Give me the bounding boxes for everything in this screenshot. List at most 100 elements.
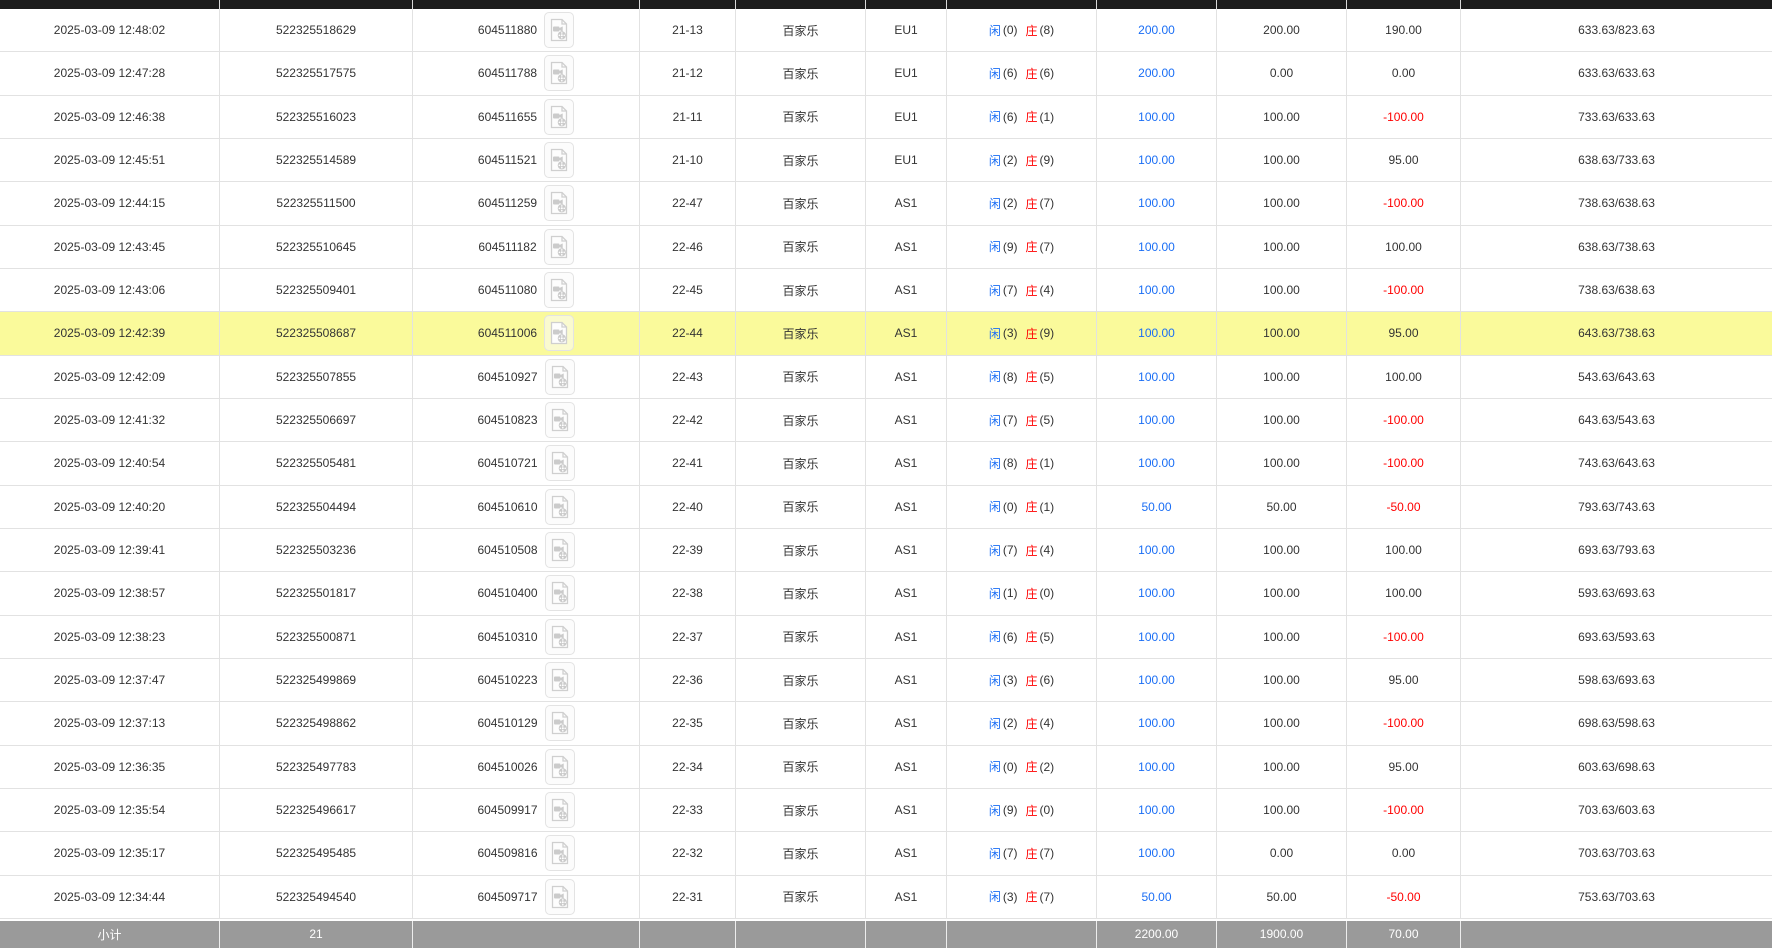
bet-amount-link[interactable]: 50.00 [1097, 876, 1217, 918]
game-result: 闲(2)庄(4) [947, 702, 1097, 744]
bet-amount-link[interactable]: 100.00 [1097, 96, 1217, 138]
video-replay-button[interactable] [544, 55, 574, 91]
bet-amount-link[interactable]: 100.00 [1097, 659, 1217, 701]
player-label: 闲 [989, 542, 1001, 559]
game-number: 604509816 [477, 846, 537, 860]
bet-amount-link[interactable]: 100.00 [1097, 139, 1217, 181]
valid-amount: 100.00 [1217, 269, 1347, 311]
player-label: 闲 [989, 108, 1001, 125]
table-row: 2025-03-09 12:38:57 522325501817 6045104… [0, 572, 1772, 615]
subtotal-label: 小计 [0, 921, 220, 948]
video-replay-button[interactable] [545, 619, 575, 655]
banker-label: 庄 [1026, 542, 1038, 559]
video-replay-icon [549, 191, 569, 215]
order-number: 522325507855 [220, 356, 413, 398]
game-type: 百家乐 [736, 659, 866, 701]
bet-amount-link[interactable]: 50.00 [1097, 486, 1217, 528]
video-replay-button[interactable] [544, 272, 574, 308]
banker-label: 庄 [1026, 845, 1038, 862]
video-replay-button[interactable] [545, 792, 575, 828]
table-row: 2025-03-09 12:46:38 522325516023 6045116… [0, 96, 1772, 139]
game-result: 闲(6)庄(6) [947, 52, 1097, 94]
video-replay-button[interactable] [545, 835, 575, 871]
banker-points: (6) [1040, 673, 1055, 687]
video-replay-button[interactable] [545, 575, 575, 611]
game-type: 百家乐 [736, 442, 866, 484]
bet-amount-link[interactable]: 100.00 [1097, 399, 1217, 441]
win-loss: -50.00 [1347, 876, 1461, 918]
video-replay-icon [550, 365, 570, 389]
table-row: 2025-03-09 12:37:47 522325499869 6045102… [0, 659, 1772, 702]
game-result: 闲(0)庄(8) [947, 9, 1097, 51]
bet-amount-link[interactable]: 200.00 [1097, 52, 1217, 94]
order-number: 522325510645 [220, 226, 413, 268]
banker-label: 庄 [1026, 585, 1038, 602]
video-replay-icon [549, 105, 569, 129]
bet-amount-link[interactable]: 200.00 [1097, 9, 1217, 51]
video-replay-button[interactable] [545, 445, 575, 481]
valid-amount: 100.00 [1217, 529, 1347, 571]
banker-points: (7) [1040, 846, 1055, 860]
table-row: 2025-03-09 12:38:23 522325500871 6045103… [0, 616, 1772, 659]
player-points: (7) [1003, 413, 1018, 427]
balance-before-after: 598.63/693.63 [1461, 659, 1772, 701]
bet-amount-link[interactable]: 100.00 [1097, 572, 1217, 614]
video-replay-button[interactable] [545, 532, 575, 568]
game-type: 百家乐 [736, 52, 866, 94]
video-replay-button[interactable] [545, 749, 575, 785]
video-replay-button[interactable] [544, 229, 574, 265]
video-replay-button[interactable] [545, 662, 575, 698]
game-number-cell: 604511880 [413, 9, 640, 51]
video-replay-button[interactable] [545, 402, 575, 438]
video-replay-button[interactable] [544, 315, 574, 351]
win-loss: -100.00 [1347, 702, 1461, 744]
game-result: 闲(2)庄(7) [947, 182, 1097, 224]
game-number: 604511182 [478, 240, 536, 254]
bet-amount-link[interactable]: 100.00 [1097, 312, 1217, 354]
table-code: AS1 [866, 182, 947, 224]
bet-time: 2025-03-09 12:38:23 [0, 616, 220, 658]
bet-amount-link[interactable]: 100.00 [1097, 269, 1217, 311]
bet-amount-link[interactable]: 100.00 [1097, 746, 1217, 788]
balance-before-after: 698.63/598.63 [1461, 702, 1772, 744]
player-points: (2) [1003, 716, 1018, 730]
table-code: AS1 [866, 832, 947, 874]
game-type: 百家乐 [736, 876, 866, 918]
subtotal-row: 小计 21 2200.00 1900.00 70.00 [0, 919, 1772, 948]
banker-label: 庄 [1026, 65, 1038, 82]
round-number: 22-46 [640, 226, 736, 268]
player-points: (9) [1003, 803, 1018, 817]
bet-amount-link[interactable]: 100.00 [1097, 182, 1217, 224]
bet-amount-link[interactable]: 100.00 [1097, 702, 1217, 744]
video-replay-button[interactable] [545, 705, 575, 741]
video-replay-button[interactable] [544, 142, 574, 178]
bet-amount-link[interactable]: 100.00 [1097, 356, 1217, 398]
game-type: 百家乐 [736, 269, 866, 311]
video-replay-button[interactable] [544, 12, 574, 48]
win-loss: -100.00 [1347, 269, 1461, 311]
game-number: 604510223 [477, 673, 537, 687]
game-type: 百家乐 [736, 572, 866, 614]
table-row: 2025-03-09 12:43:45 522325510645 6045111… [0, 226, 1772, 269]
bet-amount-link[interactable]: 100.00 [1097, 442, 1217, 484]
video-replay-button[interactable] [544, 99, 574, 135]
video-replay-button[interactable] [545, 489, 575, 525]
bet-amount-link[interactable]: 100.00 [1097, 616, 1217, 658]
bet-amount-link[interactable]: 100.00 [1097, 226, 1217, 268]
video-replay-button[interactable] [544, 185, 574, 221]
bet-amount-link[interactable]: 100.00 [1097, 529, 1217, 571]
round-number: 22-44 [640, 312, 736, 354]
bet-amount-link[interactable]: 100.00 [1097, 789, 1217, 831]
game-type: 百家乐 [736, 486, 866, 528]
banker-points: (7) [1040, 890, 1055, 904]
valid-amount: 100.00 [1217, 572, 1347, 614]
video-replay-button[interactable] [545, 359, 575, 395]
game-number: 604510927 [477, 370, 537, 384]
bet-time: 2025-03-09 12:41:32 [0, 399, 220, 441]
game-number-cell: 604511080 [413, 269, 640, 311]
bet-amount-link[interactable]: 100.00 [1097, 832, 1217, 874]
video-replay-button[interactable] [545, 879, 575, 915]
subtotal-bet-amount: 2200.00 [1097, 921, 1217, 948]
balance-before-after: 638.63/738.63 [1461, 226, 1772, 268]
bet-time: 2025-03-09 12:42:09 [0, 356, 220, 398]
